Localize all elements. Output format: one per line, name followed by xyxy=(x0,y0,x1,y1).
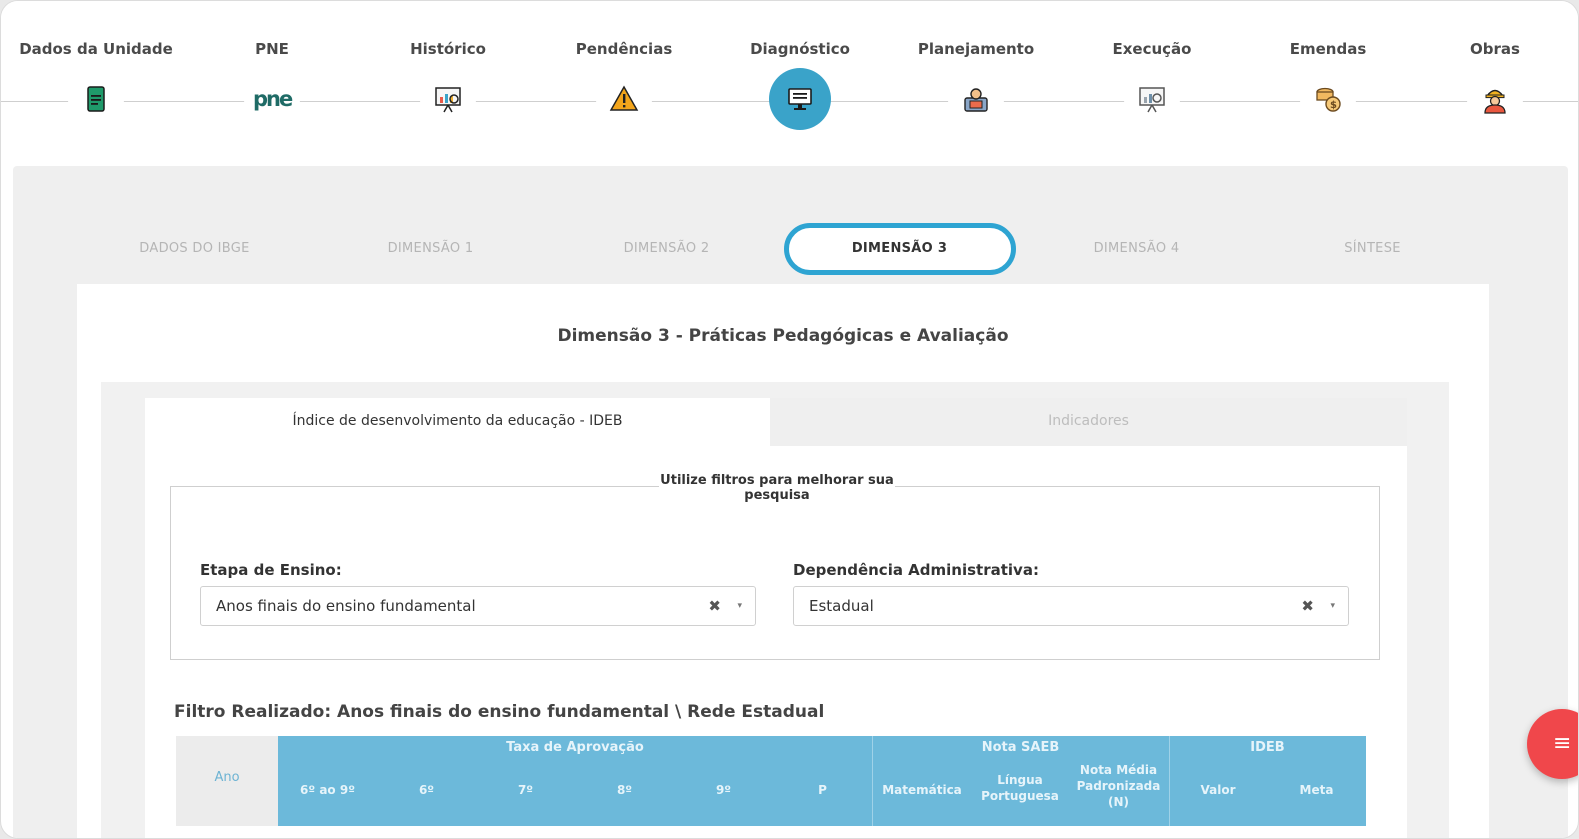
svg-text:pne: pne xyxy=(253,87,293,111)
chevron-down-icon[interactable]: ▾ xyxy=(1330,587,1335,625)
subtab-container: Índice de desenvolvimento da educação - … xyxy=(101,382,1449,838)
menu-icon: ≡ xyxy=(1553,731,1572,756)
column-header[interactable]: 7º xyxy=(476,782,575,798)
tab-label: DIMENSÃO 3 xyxy=(851,241,948,256)
step-execucao[interactable]: Execução xyxy=(1067,39,1237,127)
clear-icon[interactable]: ✖ xyxy=(708,587,721,625)
column-header[interactable]: Meta xyxy=(1267,782,1366,798)
chevron-down-icon[interactable]: ▾ xyxy=(737,587,742,625)
step-label: Pendências xyxy=(575,40,673,58)
step-label: Emendas xyxy=(1289,40,1367,58)
presentation-analysis-icon xyxy=(1139,87,1165,113)
column-header[interactable]: 6º xyxy=(377,782,476,798)
coins-icon: $ xyxy=(1316,87,1341,112)
etapa-selected-value: Anos finais do ensino fundamental xyxy=(216,597,476,615)
step-pne[interactable]: PNE pne xyxy=(187,39,357,127)
tab-label: SÍNTESE xyxy=(1344,241,1401,256)
step-label: Diagnóstico xyxy=(750,40,850,58)
step-label: Execução xyxy=(1112,40,1192,58)
step-icon-circle xyxy=(1467,71,1523,127)
tab-label: DADOS DO IBGE xyxy=(139,241,250,256)
filter-summary: Filtro Realizado: Anos finais do ensino … xyxy=(174,702,825,722)
step-emendas[interactable]: Emendas $ xyxy=(1243,39,1413,127)
document-icon xyxy=(87,86,105,112)
clear-icon[interactable]: ✖ xyxy=(1301,587,1314,625)
step-label: Dados da Unidade xyxy=(19,40,173,58)
tab-sintese[interactable]: SÍNTESE xyxy=(1255,219,1490,279)
step-label: PNE xyxy=(255,40,289,58)
column-header[interactable]: P xyxy=(773,782,872,798)
column-header[interactable]: Valor xyxy=(1169,782,1267,798)
etapa-select[interactable]: Anos finais do ensino fundamental ✖ ▾ xyxy=(200,586,756,626)
table-header: Taxa de Aprovação Nota SAEB IDEB 6º ao 9… xyxy=(278,736,1366,826)
tab-dimensao-4[interactable]: DIMENSÃO 4 xyxy=(1019,219,1254,279)
tab-ideb[interactable]: Índice de desenvolvimento da educação - … xyxy=(145,398,770,446)
svg-text:$: $ xyxy=(1330,100,1337,111)
column-header-ano[interactable]: Ano xyxy=(176,736,278,826)
subtabs: Índice de desenvolvimento da educação - … xyxy=(145,398,1407,446)
step-label: Obras xyxy=(1470,40,1520,58)
column-header[interactable]: 8º xyxy=(575,782,674,798)
column-header[interactable]: Língua Portuguesa xyxy=(972,772,1068,804)
dependencia-select[interactable]: Estadual ✖ ▾ xyxy=(793,586,1349,626)
step-icon-circle xyxy=(68,71,124,127)
group-header-ideb: IDEB xyxy=(1250,740,1285,755)
dependencia-label: Dependência Administrativa: xyxy=(793,561,1039,579)
step-label: Histórico xyxy=(410,40,486,58)
dimension-card: Dimensão 3 - Práticas Pedagógicas e Aval… xyxy=(77,284,1489,838)
step-label: Planejamento xyxy=(917,40,1035,58)
step-planejamento[interactable]: Planejamento xyxy=(891,39,1061,127)
step-obras[interactable]: Obras xyxy=(1410,39,1578,127)
ideb-content: Utilize filtros para melhorar sua pesqui… xyxy=(145,446,1407,838)
dependencia-selected-value: Estadual xyxy=(809,597,874,615)
tab-dimensao-2[interactable]: DIMENSÃO 2 xyxy=(549,219,784,279)
group-header-saeb: Nota SAEB xyxy=(981,740,1060,755)
presentation-chart-icon xyxy=(435,87,461,113)
pne-logo-icon: pne xyxy=(253,87,294,111)
step-icon-circle-active xyxy=(769,68,831,130)
warning-icon xyxy=(609,85,639,111)
step-icon-circle xyxy=(420,71,476,127)
group-header-aprovacao: Taxa de Aprovação xyxy=(506,740,644,755)
filter-box: Utilize filtros para melhorar sua pesqui… xyxy=(170,473,1380,660)
app-frame: Dados da Unidade PNE pne Histórico Pendê… xyxy=(0,0,1579,839)
construction-worker-icon xyxy=(1484,89,1506,114)
tab-dimensao-1[interactable]: DIMENSÃO 1 xyxy=(313,219,548,279)
etapa-label: Etapa de Ensino: xyxy=(200,561,342,579)
page-title: Dimensão 3 - Práticas Pedagógicas e Aval… xyxy=(557,326,1009,346)
tab-dimensao-3[interactable]: DIMENSÃO 3 xyxy=(782,219,1017,279)
planning-person-icon xyxy=(964,88,988,112)
tab-label: DIMENSÃO 1 xyxy=(387,241,474,256)
step-icon-circle: pne xyxy=(244,71,300,127)
tab-label: DIMENSÃO 2 xyxy=(623,241,710,256)
step-historico[interactable]: Histórico xyxy=(363,39,533,127)
tab-label: DIMENSÃO 4 xyxy=(1093,241,1180,256)
monitor-icon xyxy=(788,88,812,110)
step-diagnostico[interactable]: Diagnóstico xyxy=(715,39,885,130)
tab-dados-do-ibge[interactable]: DADOS DO IBGE xyxy=(77,219,312,279)
step-navigation: Dados da Unidade PNE pne Histórico Pendê… xyxy=(1,1,1578,161)
step-dados-da-unidade[interactable]: Dados da Unidade xyxy=(11,39,181,127)
column-header[interactable]: 9º xyxy=(674,782,773,798)
column-header[interactable]: Matemática xyxy=(872,782,972,798)
step-icon-circle xyxy=(596,71,652,127)
step-icon-circle xyxy=(1124,71,1180,127)
ideb-table: Ano Taxa de Aprovação Nota SAEB IDEB 6º … xyxy=(176,736,1366,838)
dimension-tabs: DADOS DO IBGE DIMENSÃO 1 DIMENSÃO 2 DIME… xyxy=(77,219,1491,279)
column-header[interactable]: Nota Média Padronizada (N) xyxy=(1068,762,1169,810)
step-icon-circle: $ xyxy=(1300,71,1356,127)
step-icon-circle xyxy=(948,71,1004,127)
filter-legend: Utilize filtros para melhorar sua pesqui… xyxy=(659,473,895,503)
step-pendencias[interactable]: Pendências xyxy=(539,39,709,127)
column-header[interactable]: 6º ao 9º xyxy=(278,782,377,798)
tab-indicadores[interactable]: Indicadores xyxy=(770,398,1407,446)
